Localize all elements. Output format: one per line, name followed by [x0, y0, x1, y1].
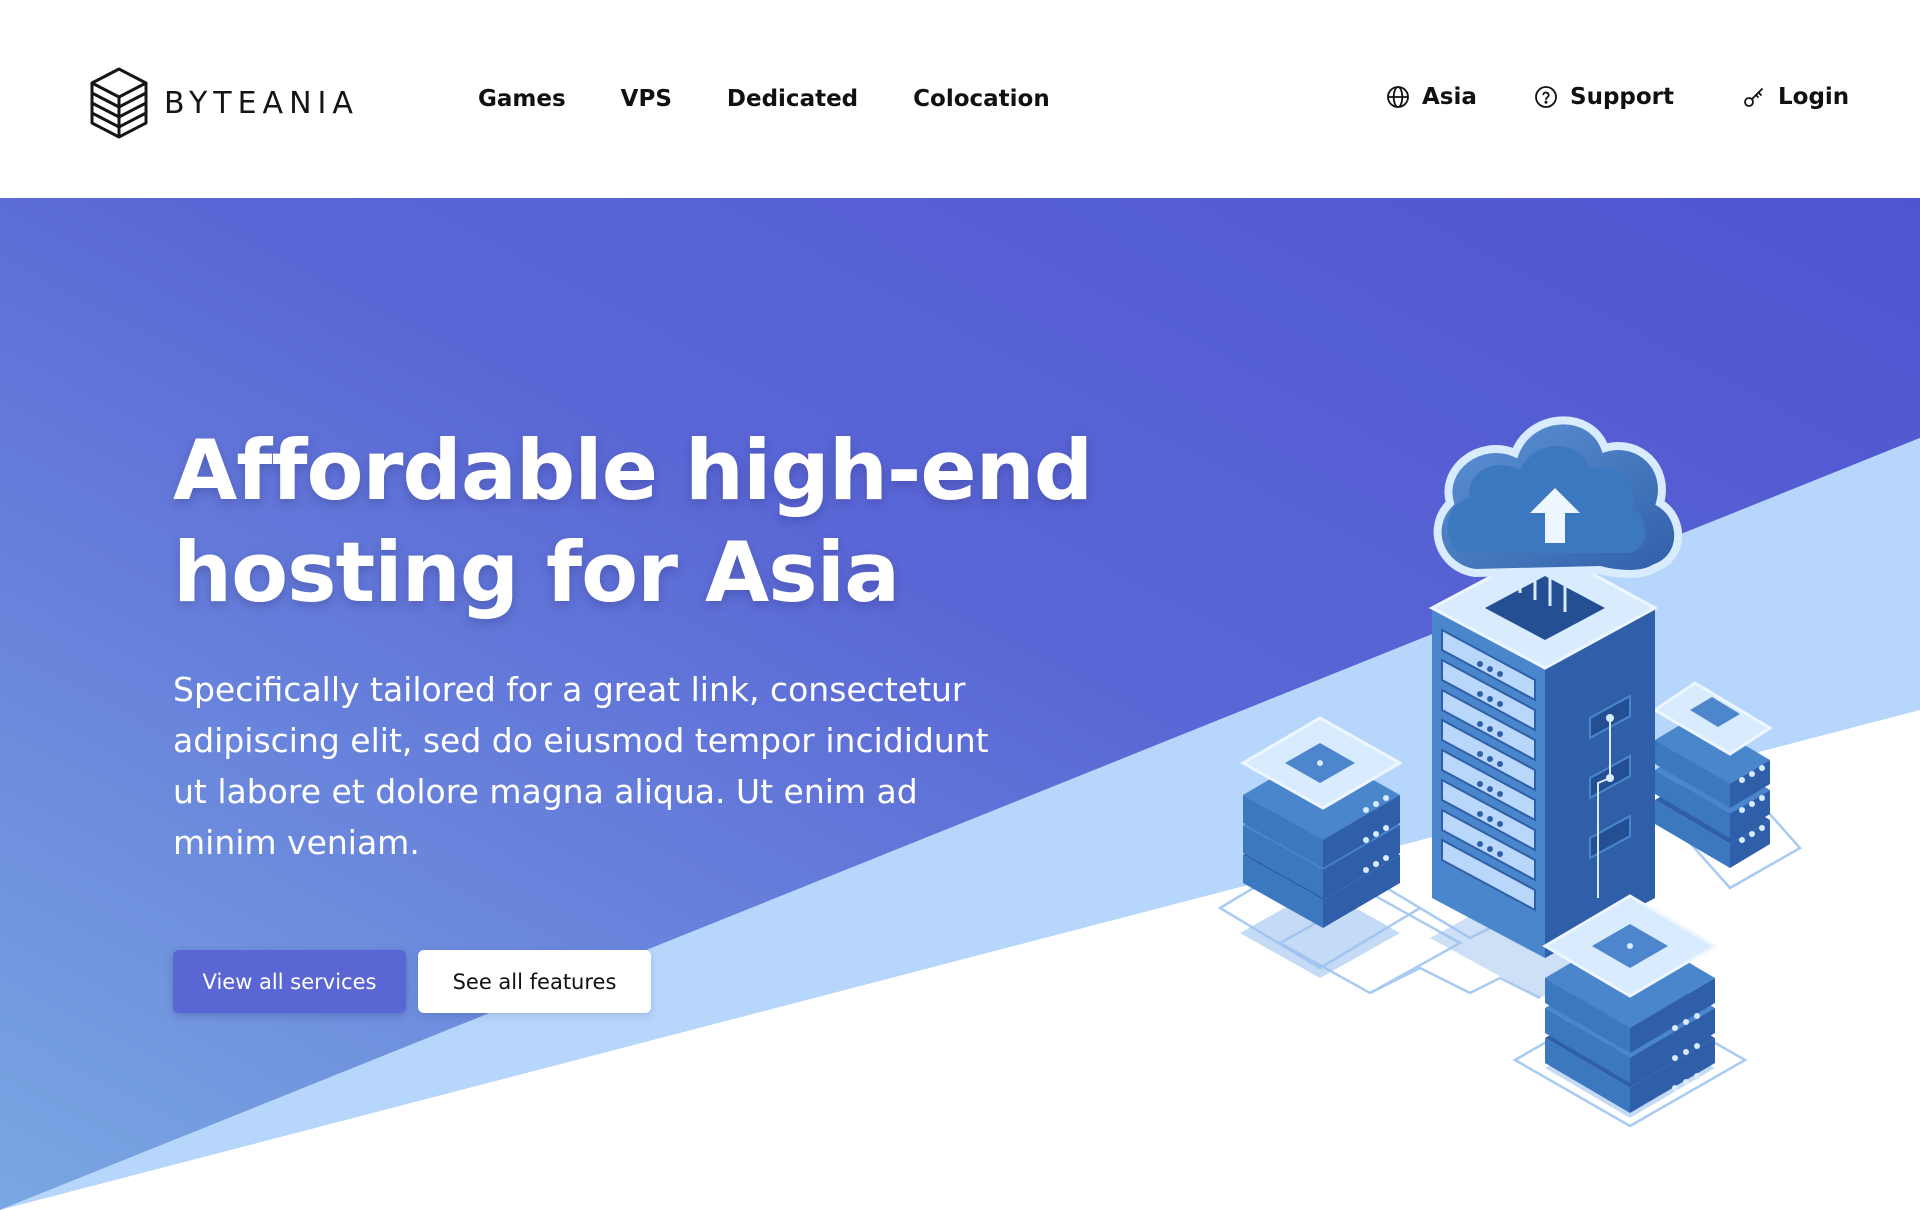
hero-title-line-2: hosting for Asia: [173, 524, 900, 621]
main-nav: Games VPS Dedicated Colocation: [478, 86, 1050, 112]
hero-subtitle: Specifically tailored for a great link, …: [173, 670, 989, 862]
cloud-upload: [1433, 416, 1683, 578]
support-link[interactable]: Support: [1534, 84, 1674, 110]
nav-vps[interactable]: VPS: [621, 86, 672, 112]
support-label: Support: [1570, 84, 1675, 110]
hero-title: Affordable high-end hosting for Asia: [173, 420, 1173, 624]
nav-dedicated[interactable]: Dedicated: [727, 86, 858, 112]
nav-colocation[interactable]: Colocation: [913, 86, 1050, 112]
brand-name: BYTEANIA: [164, 85, 359, 121]
hero-content: Affordable high-end hosting for Asia Spe…: [173, 420, 1173, 868]
hero-cta-group: View all services See all features: [173, 950, 651, 1013]
stacked-layers-logo-icon: [88, 66, 150, 140]
nav-games[interactable]: Games: [478, 86, 566, 112]
left-server-stack: [1239, 716, 1404, 978]
region-label: Asia: [1422, 84, 1477, 110]
right-server-stack: [1652, 681, 1773, 868]
hero-section: Affordable high-end hosting for Asia Spe…: [0, 198, 1920, 1210]
brand-logo[interactable]: BYTEANIA: [88, 66, 359, 140]
hero-title-line-1: Affordable high-end: [173, 422, 1093, 519]
site-header: BYTEANIA Games VPS Dedicated Colocation …: [0, 0, 1920, 198]
globe-icon: [1386, 85, 1410, 109]
region-selector[interactable]: Asia: [1386, 84, 1477, 110]
login-link[interactable]: Login: [1742, 84, 1849, 110]
view-all-services-button[interactable]: View all services: [173, 950, 406, 1013]
front-server-stack: [1542, 894, 1718, 1118]
help-circle-icon: [1534, 85, 1558, 109]
key-icon: [1742, 85, 1766, 109]
login-label: Login: [1778, 84, 1850, 110]
see-all-features-button[interactable]: See all features: [418, 950, 651, 1013]
